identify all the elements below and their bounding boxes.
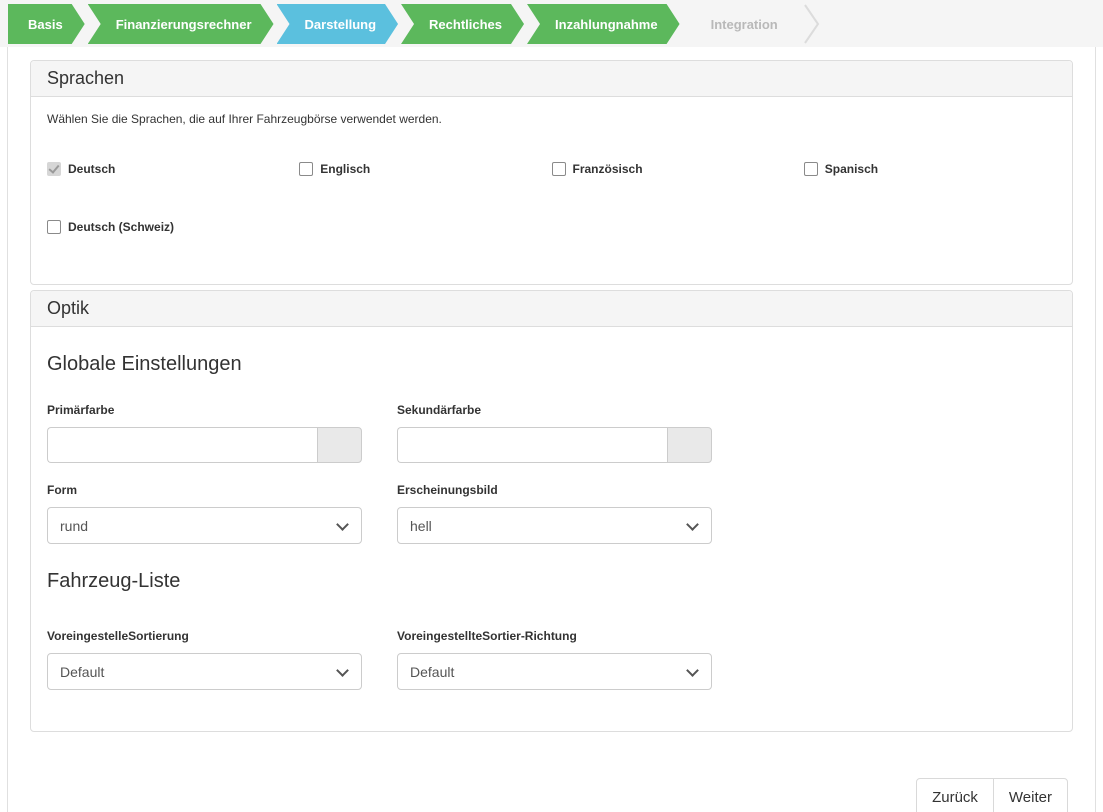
sortier-richtung-select[interactable]: Default [397, 653, 712, 690]
form-label: Form [47, 483, 77, 497]
optik-card-body: Globale Einstellungen Primärfarbe Sekund… [31, 353, 1072, 731]
color-fields-row: Primärfarbe Sekundärfarbe [47, 403, 1056, 463]
sortierung-select[interactable]: Default [47, 653, 362, 690]
step-finanzierungsrechner[interactable]: Finanzierungsrechner [88, 4, 274, 44]
erscheinungsbild-field: Erscheinungsbild hell [397, 483, 712, 544]
spanisch-checkbox-input[interactable] [803, 162, 818, 176]
step-rechtliches[interactable]: Rechtliches [401, 4, 524, 44]
fahrzeug-liste-title: Fahrzeug-Liste [47, 570, 181, 592]
deutsch-schweiz-checkbox-input[interactable] [47, 220, 61, 234]
primaerfarbe-color-swatch-button[interactable] [317, 427, 362, 463]
wizard-content-panel: Sprachen Wählen Sie die Sprachen, die au… [7, 47, 1096, 812]
spanisch-checkbox-label: Spanisch [824, 162, 879, 176]
sprachen-card-body: Wählen Sie die Sprachen, die auf Ihrer F… [31, 97, 1072, 284]
franzoesisch-checkbox-label: Französisch [572, 162, 643, 176]
erscheinungsbild-label: Erscheinungsbild [397, 483, 498, 497]
primaerfarbe-label: Primärfarbe [47, 403, 115, 417]
step-basis[interactable]: Basis [8, 4, 85, 44]
sprachen-description: Wählen Sie die Sprachen, die auf Ihrer F… [47, 112, 442, 126]
sortier-richtung-label: VoreingestellteSortier-Richtung [397, 629, 577, 643]
form-select[interactable]: rund [47, 507, 362, 544]
sortierung-label: VoreingestelleSortierung [47, 629, 189, 643]
wizard-breadcrumb: Basis Finanzierungsrechner Darstellung R… [0, 0, 1103, 47]
sortierung-select-wrap: Default [47, 653, 362, 690]
primaerfarbe-input[interactable] [47, 427, 317, 463]
style-fields-row: Form rund Erscheinungsbild hell [47, 483, 1056, 544]
back-button[interactable]: Zurück [916, 778, 994, 812]
sortier-richtung-select-wrap: Default [397, 653, 712, 690]
sekundaerfarbe-input[interactable] [397, 427, 667, 463]
checkbox-deutsch-schweiz[interactable]: Deutsch (Schweiz) [47, 220, 299, 234]
deutsch-schweiz-checkbox-label: Deutsch (Schweiz) [68, 220, 175, 234]
sekundaerfarbe-label: Sekundärfarbe [397, 403, 482, 417]
next-button[interactable]: Weiter [992, 778, 1068, 812]
franzoesisch-checkbox-input[interactable] [551, 162, 566, 176]
englisch-checkbox-input[interactable] [299, 162, 314, 176]
englisch-checkbox-label: Englisch [320, 162, 371, 176]
checkbox-englisch[interactable]: Englisch [299, 162, 551, 176]
checkbox-spanisch[interactable]: Spanisch [803, 162, 1056, 176]
wizard-footer: Zurück Weiter [30, 778, 1073, 812]
step-inzahlungnahme[interactable]: Inzahlungnahme [527, 4, 680, 44]
chevron-right-icon [803, 4, 819, 44]
globale-einstellungen-title: Globale Einstellungen [47, 353, 242, 375]
language-checkbox-grid: Deutsch Englisch Französisch Spanisch De… [47, 162, 1056, 234]
checkbox-franzoesisch[interactable]: Französisch [551, 162, 804, 176]
sprachen-card-title: Sprachen [31, 61, 1072, 97]
sprachen-card: Sprachen Wählen Sie die Sprachen, die au… [30, 60, 1073, 285]
deutsch-checkbox-input [47, 162, 61, 176]
step-integration: Integration [683, 4, 820, 44]
sekundaerfarbe-field: Sekundärfarbe [397, 403, 712, 463]
deutsch-checkbox-label: Deutsch [68, 162, 116, 176]
checkbox-deutsch: Deutsch [47, 162, 299, 176]
sortierung-field: VoreingestelleSortierung Default [47, 629, 362, 690]
step-darstellung[interactable]: Darstellung [277, 4, 399, 44]
erscheinungsbild-select[interactable]: hell [397, 507, 712, 544]
sortier-richtung-field: VoreingestellteSortier-Richtung Default [397, 629, 712, 690]
form-field: Form rund [47, 483, 362, 544]
optik-card: Optik Globale Einstellungen Primärfarbe … [30, 290, 1073, 732]
sekundaerfarbe-color-swatch-button[interactable] [667, 427, 712, 463]
optik-card-title: Optik [31, 291, 1072, 327]
step-integration-label: Integration [710, 16, 778, 32]
primaerfarbe-field: Primärfarbe [47, 403, 362, 463]
sort-fields-row: VoreingestelleSortierung Default Voreing… [47, 629, 1056, 690]
form-select-wrap: rund [47, 507, 362, 544]
erscheinungsbild-select-wrap: hell [397, 507, 712, 544]
